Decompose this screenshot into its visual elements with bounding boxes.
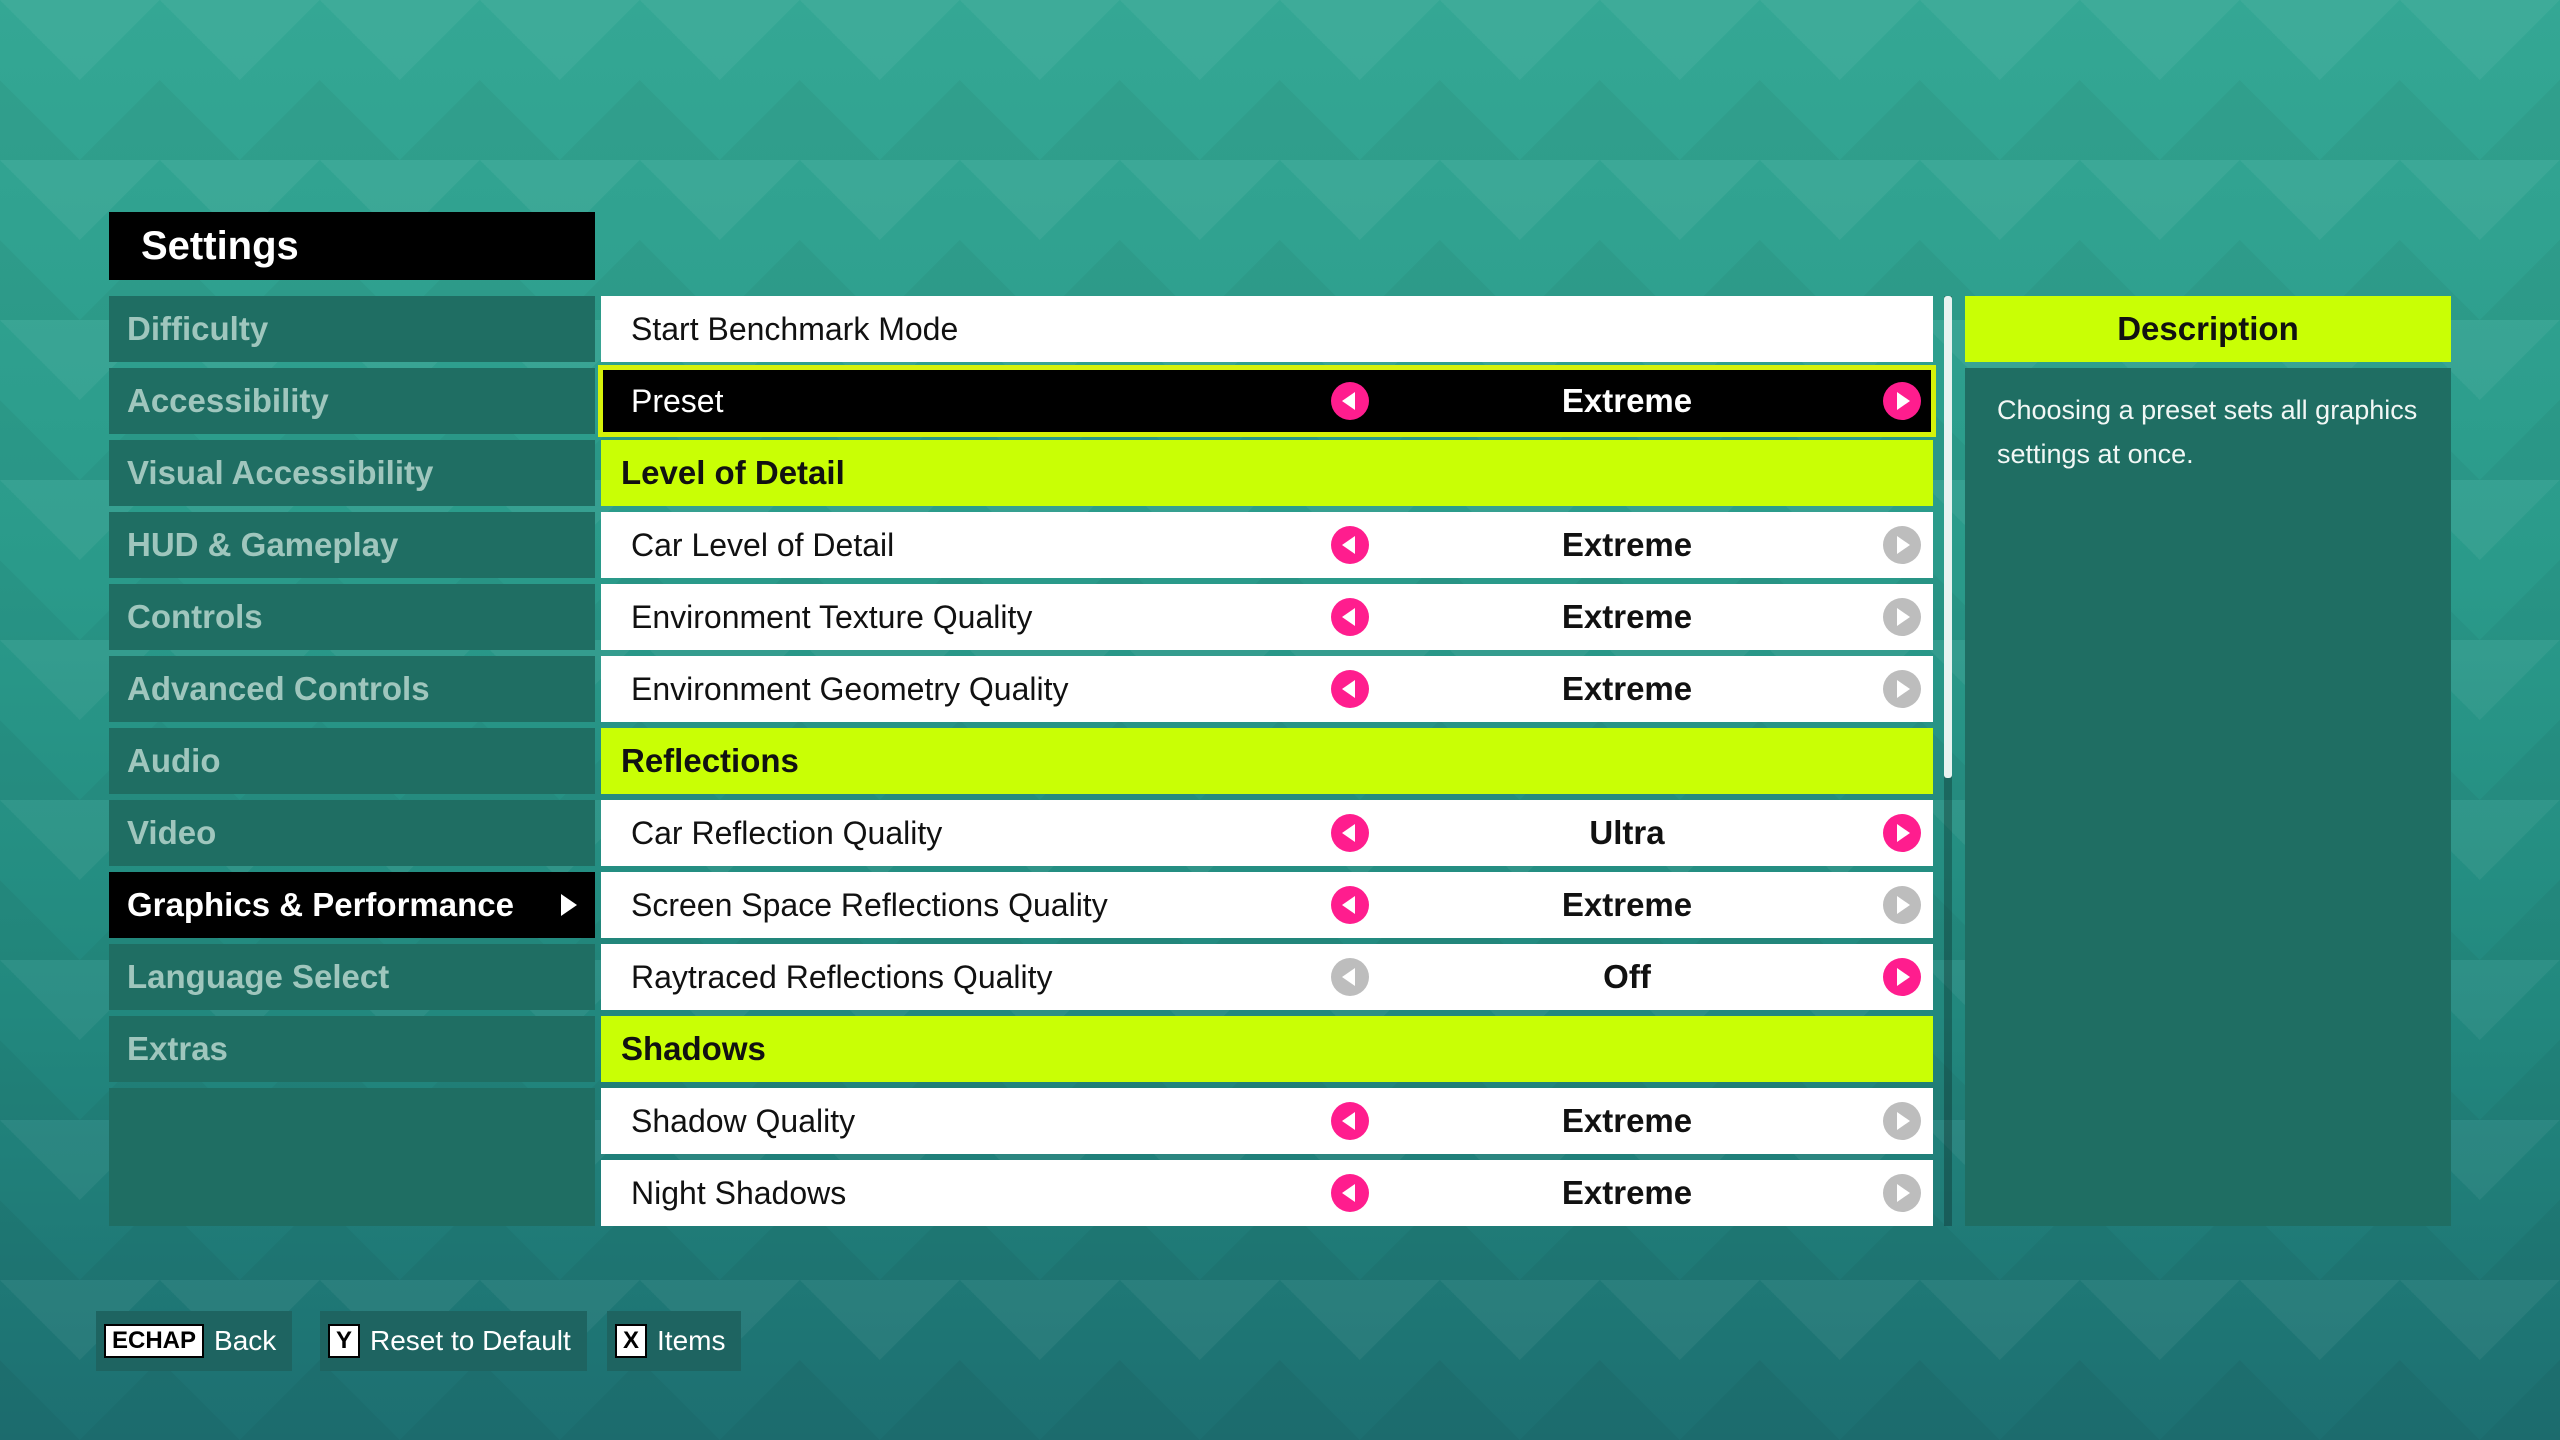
settings-sidebar: Difficulty Accessibility Visual Accessib… xyxy=(109,296,595,1226)
sidebar-item-accessibility[interactable]: Accessibility xyxy=(109,368,595,434)
section-title: Shadows xyxy=(621,1030,766,1067)
sidebar-item-label: Audio xyxy=(127,742,221,779)
key-hint-echap: ECHAP xyxy=(104,1324,205,1358)
arrow-left-icon[interactable] xyxy=(1331,382,1369,420)
reset-label: Reset to Default xyxy=(370,1325,571,1356)
env-geometry-row[interactable]: Environment Geometry Quality Extreme xyxy=(601,656,1933,722)
arrow-left-icon[interactable] xyxy=(1331,1174,1369,1212)
env-texture-row[interactable]: Environment Texture Quality Extreme xyxy=(601,584,1933,650)
setting-value: Extreme xyxy=(1561,670,1693,707)
arrow-left-icon[interactable] xyxy=(1331,598,1369,636)
arrow-right-icon xyxy=(1883,1174,1921,1212)
sidebar-item-video[interactable]: Video xyxy=(109,800,595,866)
setting-value: Extreme xyxy=(1561,1102,1693,1139)
arrow-right-icon[interactable] xyxy=(1883,958,1921,996)
ssr-row[interactable]: Screen Space Reflections Quality Extreme xyxy=(601,872,1933,938)
sidebar-filler xyxy=(109,1088,595,1226)
chevron-right-icon xyxy=(561,894,577,916)
arrow-left-icon[interactable] xyxy=(1331,886,1369,924)
setting-label: Start Benchmark Mode xyxy=(631,310,959,347)
key-hint-x: X xyxy=(615,1324,648,1358)
arrow-left-icon xyxy=(1331,958,1369,996)
raytraced-row[interactable]: Raytraced Reflections Quality Off xyxy=(601,944,1933,1010)
arrow-right-icon xyxy=(1883,598,1921,636)
setting-label: Night Shadows xyxy=(631,1174,847,1211)
arrow-left-icon[interactable] xyxy=(1331,1102,1369,1140)
items-button[interactable]: X Items xyxy=(607,1311,742,1371)
setting-label: Environment Texture Quality xyxy=(631,598,1033,635)
setting-value: Off xyxy=(1603,958,1651,995)
sidebar-item-label: Video xyxy=(127,814,217,851)
items-label: Items xyxy=(657,1325,726,1356)
sidebar-item-controls[interactable]: Controls xyxy=(109,584,595,650)
sidebar-item-label: Extras xyxy=(127,1030,228,1067)
setting-value: Extreme xyxy=(1561,598,1693,635)
benchmark-row[interactable]: Start Benchmark Mode xyxy=(601,296,1933,362)
sidebar-item-label: Controls xyxy=(127,598,263,635)
arrow-right-icon[interactable] xyxy=(1883,814,1921,852)
sidebar-item-advanced-controls[interactable]: Advanced Controls xyxy=(109,656,595,722)
setting-label: Raytraced Reflections Quality xyxy=(631,958,1053,995)
shadow-quality-row[interactable]: Shadow Quality Extreme xyxy=(601,1088,1933,1154)
sidebar-item-language-select[interactable]: Language Select xyxy=(109,944,595,1010)
setting-label: Car Level of Detail xyxy=(631,526,895,563)
settings-list: Start Benchmark Mode Preset Extreme Leve… xyxy=(598,296,1936,1226)
sidebar-item-label: Advanced Controls xyxy=(127,670,430,707)
sidebar-item-graphics-performance[interactable]: Graphics & Performance xyxy=(109,872,595,938)
section-header-level-of-detail: Level of Detail xyxy=(601,440,1933,506)
setting-value: Extreme xyxy=(1561,886,1693,923)
section-title: Level of Detail xyxy=(621,454,845,491)
section-header-reflections: Reflections xyxy=(601,728,1933,794)
arrow-right-icon xyxy=(1883,1102,1921,1140)
setting-value: Extreme xyxy=(1561,1174,1693,1211)
sidebar-item-label: Difficulty xyxy=(127,310,269,347)
sidebar-item-hud-gameplay[interactable]: HUD & Gameplay xyxy=(109,512,595,578)
preset-row[interactable]: Preset Extreme xyxy=(598,365,1936,437)
scrollbar-thumb[interactable] xyxy=(1944,296,1952,778)
car-reflection-row[interactable]: Car Reflection Quality Ultra xyxy=(601,800,1933,866)
car-lod-row[interactable]: Car Level of Detail Extreme xyxy=(601,512,1933,578)
back-button[interactable]: ECHAP Back xyxy=(96,1311,293,1371)
setting-label: Car Reflection Quality xyxy=(631,814,943,851)
setting-label: Screen Space Reflections Quality xyxy=(631,886,1108,923)
sidebar-item-visual-accessibility[interactable]: Visual Accessibility xyxy=(109,440,595,506)
setting-label: Shadow Quality xyxy=(631,1102,856,1139)
reset-to-default-button[interactable]: Y Reset to Default xyxy=(320,1311,587,1371)
setting-label: Environment Geometry Quality xyxy=(631,670,1069,707)
setting-value: Extreme xyxy=(1561,526,1693,563)
description-header: Description xyxy=(1965,296,2451,362)
sidebar-item-label: Language Select xyxy=(127,958,390,995)
section-title: Reflections xyxy=(621,742,799,779)
arrow-right-icon xyxy=(1883,526,1921,564)
night-shadows-row[interactable]: Night Shadows Extreme xyxy=(601,1160,1933,1226)
setting-value: Extreme xyxy=(1561,382,1693,419)
sidebar-item-label: Accessibility xyxy=(127,382,329,419)
setting-value: Ultra xyxy=(1589,814,1665,851)
arrow-right-icon xyxy=(1883,886,1921,924)
sidebar-item-label: HUD & Gameplay xyxy=(127,526,399,563)
page-title: Settings xyxy=(109,212,595,280)
arrow-left-icon[interactable] xyxy=(1331,670,1369,708)
sidebar-item-difficulty[interactable]: Difficulty xyxy=(109,296,595,362)
arrow-left-icon[interactable] xyxy=(1331,526,1369,564)
sidebar-item-label: Visual Accessibility xyxy=(127,454,434,491)
back-label: Back xyxy=(214,1325,277,1356)
arrow-right-icon xyxy=(1883,670,1921,708)
description-text: Choosing a preset sets all graphics sett… xyxy=(1965,368,2451,1226)
key-hint-y: Y xyxy=(328,1324,361,1358)
section-header-shadows: Shadows xyxy=(601,1016,1933,1082)
arrow-right-icon[interactable] xyxy=(1883,382,1921,420)
sidebar-item-audio[interactable]: Audio xyxy=(109,728,595,794)
setting-label: Preset xyxy=(631,382,724,419)
sidebar-item-extras[interactable]: Extras xyxy=(109,1016,595,1082)
sidebar-item-label: Graphics & Performance xyxy=(127,886,514,923)
arrow-left-icon[interactable] xyxy=(1331,814,1369,852)
